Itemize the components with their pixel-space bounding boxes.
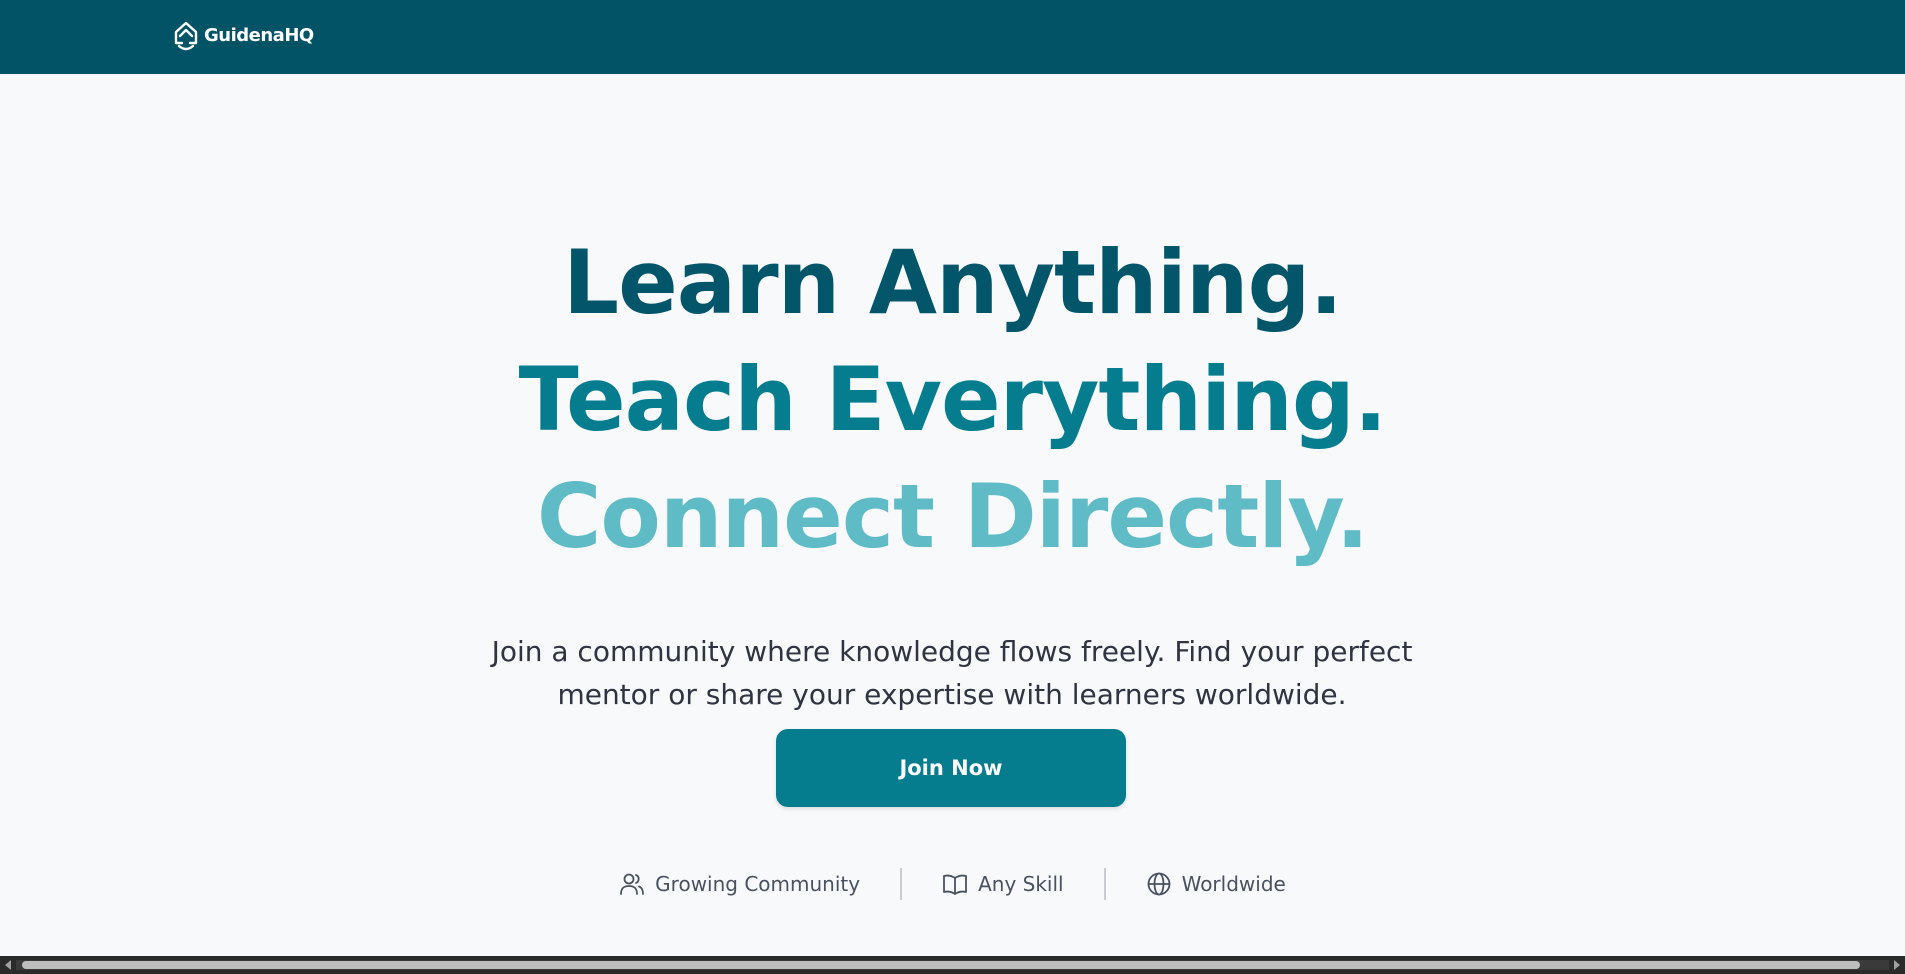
feature-divider bbox=[1103, 868, 1106, 900]
home-up-icon bbox=[174, 21, 198, 51]
hero-subtitle-line1: Join a community where knowledge flows f… bbox=[491, 635, 1413, 668]
scroll-left-arrow-icon[interactable] bbox=[5, 960, 11, 970]
hero-subtitle-line2: mentor or share your expertise with lear… bbox=[557, 678, 1347, 711]
join-now-button[interactable]: Join Now bbox=[776, 729, 1126, 807]
feature-divider bbox=[900, 868, 903, 900]
headline-connect: Connect Directly. bbox=[536, 465, 1369, 568]
headline-learn: Learn Anything. bbox=[563, 231, 1343, 334]
feature-highlights: Growing Community Any Skill Worldwide bbox=[0, 866, 1905, 902]
feature-worldwide: Worldwide bbox=[1146, 871, 1286, 897]
globe-icon bbox=[1147, 872, 1170, 896]
feature-any-skill: Any Skill bbox=[942, 871, 1064, 897]
users-icon bbox=[620, 873, 645, 895]
brand-logo[interactable]: GuidenaHQ bbox=[172, 18, 314, 52]
top-navbar: GuidenaHQ bbox=[0, 0, 1905, 74]
hero-section: Learn Anything. Teach Everything. Connec… bbox=[0, 224, 1905, 575]
horizontal-scrollbar[interactable] bbox=[0, 956, 1905, 974]
feature-label: Worldwide bbox=[1181, 872, 1286, 896]
scroll-right-arrow-icon[interactable] bbox=[1894, 960, 1900, 970]
book-icon bbox=[943, 874, 967, 895]
feature-label: Growing Community bbox=[655, 872, 861, 896]
headline-teach: Teach Everything. bbox=[518, 348, 1388, 451]
feature-label: Any Skill bbox=[978, 872, 1064, 896]
hero-subtitle: Join a community where knowledge flows f… bbox=[452, 630, 1452, 716]
brand-name: GuidenaHQ bbox=[204, 24, 314, 46]
scrollbar-thumb[interactable] bbox=[22, 961, 1860, 969]
feature-growing-community: Growing Community bbox=[619, 871, 860, 897]
